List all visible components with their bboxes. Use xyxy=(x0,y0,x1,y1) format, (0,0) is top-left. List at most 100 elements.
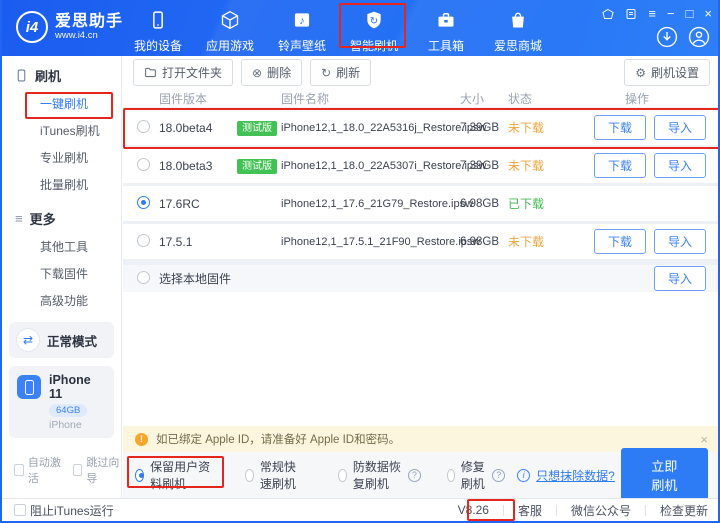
sidebar-item-batch-flash[interactable]: 批量刷机 xyxy=(2,172,121,198)
download-button[interactable]: 下载 xyxy=(594,153,646,178)
import-button[interactable]: 导入 xyxy=(654,153,706,178)
button-label: 刷新 xyxy=(336,64,360,81)
local-firmware-row[interactable]: 选择本地固件 导入 xyxy=(123,262,720,292)
info-icon[interactable]: i xyxy=(517,469,530,482)
app-version: V8.26 xyxy=(444,503,503,517)
folder-icon xyxy=(144,66,157,80)
menu-icon[interactable]: ≡ xyxy=(648,7,656,20)
mode-swap-icon: ⇄ xyxy=(17,329,39,351)
device-capacity-badge: 64GB xyxy=(49,404,87,417)
shop-bag-icon xyxy=(508,10,528,33)
firmware-radio[interactable] xyxy=(137,234,150,247)
download-button[interactable]: 下载 xyxy=(594,115,646,140)
checkbox-label: 阻止iTunes运行 xyxy=(30,502,114,519)
button-label: 打开文件夹 xyxy=(162,64,222,81)
option-radio[interactable] xyxy=(447,469,455,482)
cube-icon xyxy=(220,10,240,33)
nav-label: 应用游戏 xyxy=(206,37,254,54)
skip-wizard-checkbox[interactable]: 跳过向导 xyxy=(73,454,122,486)
header-round-icons xyxy=(656,26,710,51)
option-anti-data-recovery[interactable]: 防数据恢复刷机 ? xyxy=(338,458,421,492)
refresh-button[interactable]: ↻ 刷新 xyxy=(310,59,371,86)
open-folder-button[interactable]: 打开文件夹 xyxy=(133,59,233,86)
option-keep-user-data[interactable]: 保留用户资料刷机 xyxy=(135,458,213,492)
nav-aisi-store[interactable]: 爱思商城 xyxy=(482,7,554,54)
wechat-link[interactable]: 微信公众号 xyxy=(557,502,645,519)
firmware-name: iPhone12,1_18.0_22A5316j_Restore.ipsw xyxy=(281,122,460,134)
toolbar: 打开文件夹 ⊗ 删除 ↻ 刷新 ⚙ 刷机设置 xyxy=(123,56,720,89)
notice-close-icon[interactable]: × xyxy=(700,432,708,447)
device-icon xyxy=(148,10,168,33)
flash-settings-button[interactable]: ⚙ 刷机设置 xyxy=(624,59,710,86)
sidebar-item-download-firmware[interactable]: 下载固件 xyxy=(2,261,121,287)
delete-button[interactable]: ⊗ 删除 xyxy=(241,59,302,86)
shield-flash-icon: ↻ xyxy=(364,10,384,33)
erase-data-link[interactable]: 只想抹除数据? xyxy=(536,467,615,484)
nav-label: 工具箱 xyxy=(428,37,464,54)
nav-ringtones-wallpapers[interactable]: ♪ 铃声壁纸 xyxy=(266,7,338,54)
ringtone-wallpaper-icon: ♪ xyxy=(292,10,312,33)
sidebar-item-one-click-flash[interactable]: 一键刷机 xyxy=(2,91,121,117)
sidebar-section-more: ≡ 更多 xyxy=(2,199,121,234)
firmware-radio-selected[interactable] xyxy=(137,196,150,209)
nav-apps-games[interactable]: 应用游戏 xyxy=(194,7,266,54)
status-badge: 未下载 xyxy=(508,233,568,250)
notice-text: 如已绑定 Apple ID，请准备好 Apple ID和密码。 xyxy=(156,431,400,447)
download-manager-icon[interactable] xyxy=(656,26,678,51)
checkbox-label: 自动激活 xyxy=(28,454,63,486)
firmware-name: iPhone12,1_17.6_21G79_Restore.ipsw xyxy=(281,198,460,210)
nav-smart-flash[interactable]: ↻ 智能刷机 xyxy=(338,7,410,54)
firmware-size: 6.98GB xyxy=(460,236,508,248)
main-nav: 我的设备 应用游戏 ♪ 铃声壁纸 ↻ 智能刷机 工具箱 爱思商城 xyxy=(122,7,554,54)
status-badge: 未下载 xyxy=(508,157,568,174)
firmware-row[interactable]: 17.6RC iPhone12,1_17.6_21G79_Restore.ips… xyxy=(123,186,720,224)
sidebar-item-pro-flash[interactable]: 专业刷机 xyxy=(2,145,121,171)
option-repair-flash[interactable]: 修复刷机 ? xyxy=(447,458,505,492)
nav-my-devices[interactable]: 我的设备 xyxy=(122,7,194,54)
firmware-row[interactable]: 18.0beta3 测试版 iPhone12,1_18.0_22A5307i_R… xyxy=(123,148,720,186)
firmware-radio[interactable] xyxy=(137,271,150,284)
firmware-row[interactable]: 17.5.1 iPhone12,1_17.5.1_21F90_Restore.i… xyxy=(123,224,720,262)
firmware-radio[interactable] xyxy=(137,158,150,171)
note-icon[interactable] xyxy=(625,8,637,20)
button-label: 删除 xyxy=(267,64,291,81)
import-button[interactable]: 导入 xyxy=(654,266,706,291)
auto-activate-checkbox[interactable]: 自动激活 xyxy=(14,454,63,486)
firmware-version: 18.0beta4 xyxy=(159,121,237,135)
check-update-link[interactable]: 检查更新 xyxy=(646,502,710,519)
option-label: 常规快速刷机 xyxy=(260,458,306,492)
col-status: 状态 xyxy=(508,90,568,107)
sidebar: 刷机 一键刷机 iTunes刷机 专业刷机 批量刷机 ≡ 更多 其他工具 下载固… xyxy=(2,56,122,498)
theme-skin-icon[interactable] xyxy=(602,8,614,20)
option-radio[interactable] xyxy=(245,469,254,482)
download-button[interactable]: 下载 xyxy=(594,229,646,254)
sidebar-item-other-tools[interactable]: 其他工具 xyxy=(2,234,121,260)
device-mode-card[interactable]: ⇄ 正常模式 xyxy=(9,322,114,358)
minimize-icon[interactable]: − xyxy=(667,7,675,20)
refresh-icon: ↻ xyxy=(321,68,331,78)
help-icon[interactable]: ? xyxy=(408,469,421,482)
more-icon: ≡ xyxy=(15,211,23,226)
import-button[interactable]: 导入 xyxy=(654,115,706,140)
option-normal-fast-flash[interactable]: 常规快速刷机 xyxy=(245,458,307,492)
nav-toolbox[interactable]: 工具箱 xyxy=(410,7,482,54)
block-itunes-checkbox[interactable]: 阻止iTunes运行 xyxy=(14,502,114,519)
flash-now-button[interactable]: 立即刷机 xyxy=(621,448,708,502)
support-link[interactable]: 客服 xyxy=(504,502,556,519)
sidebar-item-itunes-flash[interactable]: iTunes刷机 xyxy=(2,118,121,144)
firmware-radio[interactable] xyxy=(137,120,150,133)
user-account-icon[interactable] xyxy=(688,26,710,51)
help-icon[interactable]: ? xyxy=(492,469,505,482)
close-icon[interactable]: × xyxy=(704,7,712,20)
option-radio[interactable] xyxy=(338,469,346,482)
option-label: 修复刷机 xyxy=(461,458,486,492)
select-local-firmware-label: 选择本地固件 xyxy=(159,270,237,287)
import-button[interactable]: 导入 xyxy=(654,229,706,254)
warning-icon: ! xyxy=(135,433,148,446)
option-radio-selected[interactable] xyxy=(135,469,144,482)
sidebar-item-advanced[interactable]: 高级功能 xyxy=(2,288,121,314)
firmware-row[interactable]: 18.0beta4 测试版 iPhone12,1_18.0_22A5316j_R… xyxy=(123,110,720,148)
firmware-version: 18.0beta3 xyxy=(159,159,237,173)
maximize-icon[interactable]: □ xyxy=(686,7,694,20)
device-card[interactable]: iPhone 11 64GB iPhone xyxy=(9,366,114,438)
